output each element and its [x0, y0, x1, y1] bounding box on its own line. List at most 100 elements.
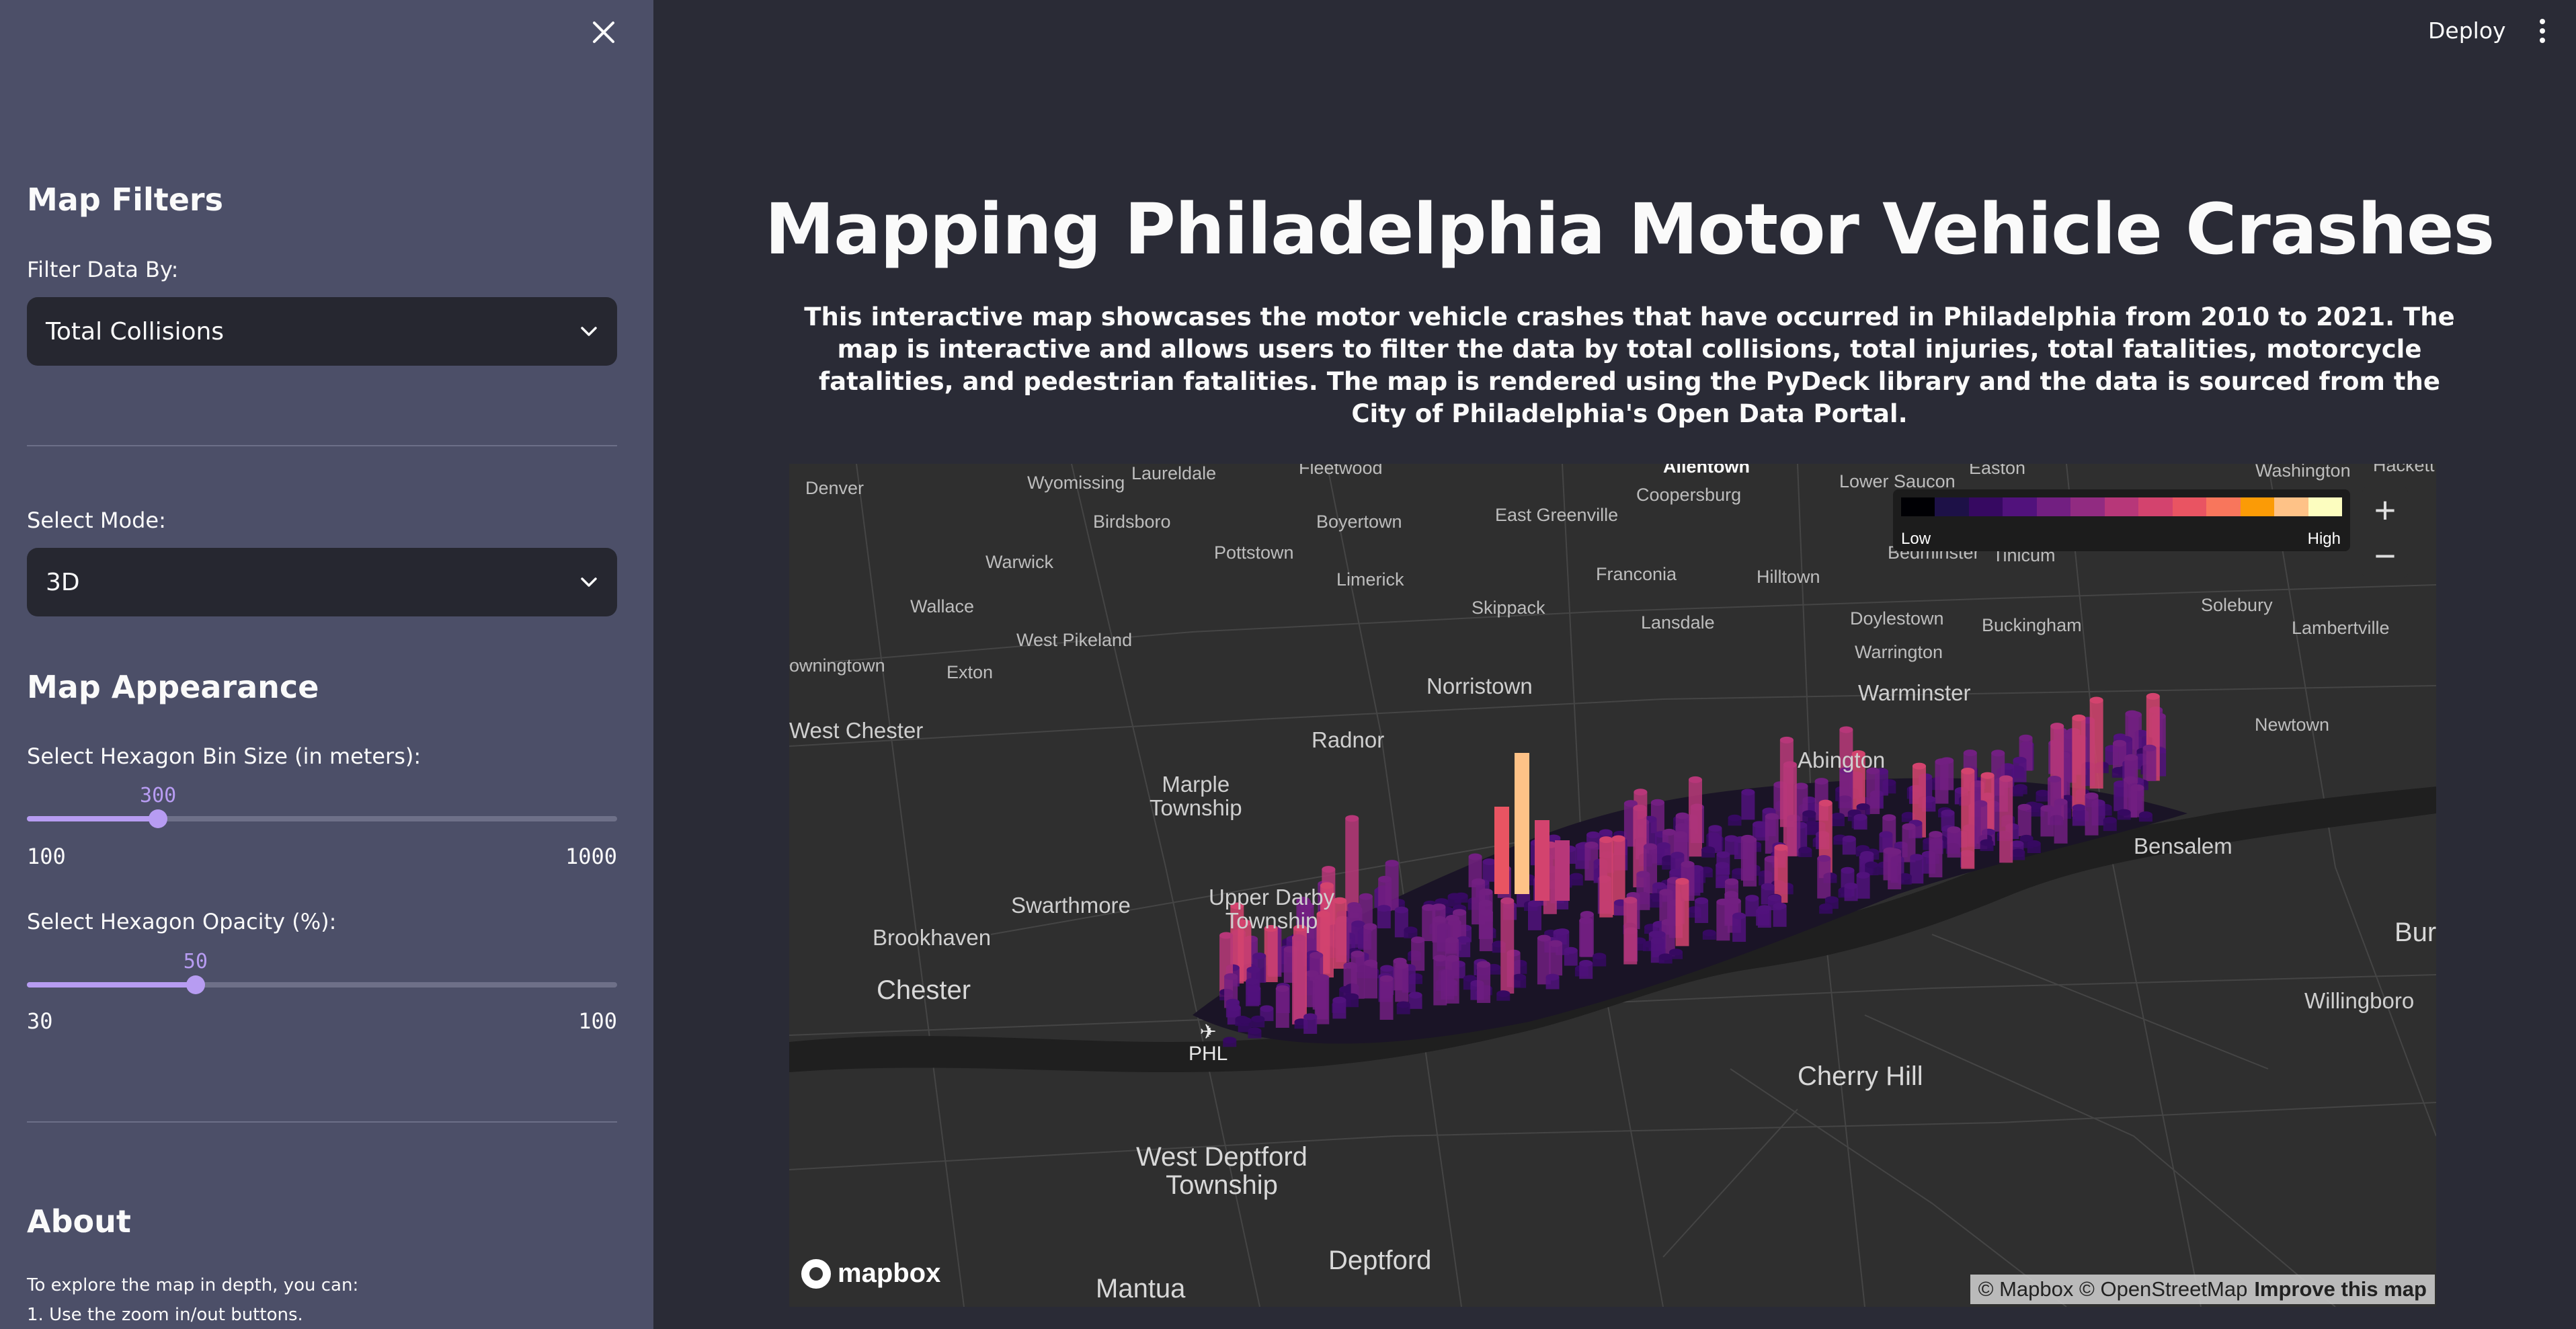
- zoom-out-button[interactable]: −: [2362, 532, 2408, 578]
- hexagon-column: [1741, 792, 1755, 820]
- hexagon-column-top: [1708, 825, 1722, 832]
- crash-map[interactable]: Denver Wyomissing Laureldale Fleetwood A…: [789, 464, 2436, 1307]
- slider-thumb[interactable]: [186, 975, 205, 994]
- opacity-label: Select Hexagon Opacity (%):: [27, 909, 337, 934]
- hexagon-column-top: [1842, 835, 1856, 842]
- hexagon-column-top: [1716, 851, 1730, 858]
- legend-swatch: [2240, 497, 2275, 516]
- hexagon-column: [1839, 770, 1853, 817]
- place-label: Burling: [2394, 918, 2436, 947]
- hexagon-column-top: [1579, 959, 1593, 967]
- hexagon-column: [2040, 808, 2054, 837]
- place-label: Denver: [805, 478, 864, 498]
- mapbox-logo-icon: [801, 1258, 831, 1289]
- hexagon-column: [1580, 914, 1594, 957]
- slider-fill: [27, 982, 196, 988]
- hexagon-column-top: [2072, 714, 2086, 721]
- hexagon-column-top: [1650, 937, 1664, 944]
- place-label: Upper Darby Township: [1209, 885, 1335, 933]
- place-label: Franconia: [1596, 564, 1677, 584]
- close-sidebar-button[interactable]: [586, 15, 621, 50]
- about-text-line: 1. Use the zoom in/out buttons.: [27, 1305, 303, 1325]
- hexagon-column-top: [1322, 866, 1336, 873]
- hexagon-column-top: [1316, 974, 1330, 981]
- place-label: Easton: [1969, 464, 2026, 478]
- hexagon-column: [1316, 977, 1330, 1024]
- hexagon-column-top: [1260, 1005, 1274, 1012]
- mapbox-logo[interactable]: mapbox: [801, 1258, 940, 1289]
- hexagon-column-top: [1716, 898, 1730, 905]
- place-label: West Pikeland: [1016, 630, 1133, 650]
- hexagon-column-top: [1757, 905, 1771, 912]
- zoom-controls: + −: [2362, 487, 2408, 578]
- slider-thumb[interactable]: [149, 809, 168, 828]
- map-attribution: © Mapbox © OpenStreetMap Improve this ma…: [1970, 1275, 2435, 1304]
- hexagon-column-top: [1902, 823, 1916, 830]
- place-label: East Greenville: [1495, 505, 1619, 525]
- hexagon-column-top: [1623, 897, 1638, 904]
- hexagon-column-top: [1593, 953, 1607, 960]
- bin-size-slider[interactable]: 300: [27, 784, 617, 840]
- hexagon-column: [1379, 978, 1394, 1020]
- about-text-line: To explore the map in depth, you can:: [27, 1275, 359, 1295]
- place-label: Doylestown: [1850, 608, 1944, 629]
- hexagon-column-top: [1411, 936, 1425, 944]
- hexagon-column-top: [1824, 896, 1839, 903]
- hexagon-column-top: [2142, 744, 2157, 752]
- mode-label: Select Mode:: [27, 508, 166, 533]
- hexagon-column-top: [1963, 749, 1977, 756]
- hexagon-column-top: [1599, 836, 1613, 844]
- hexagon-column-top: [1839, 726, 1853, 733]
- hexagon-column: [2054, 802, 2068, 844]
- hexagon-column-top: [1888, 848, 1902, 855]
- hexagon-column: [1947, 830, 1961, 858]
- place-label: Boyertown: [1316, 512, 1402, 532]
- close-icon: [593, 22, 614, 43]
- hexagon-column: [1292, 937, 1306, 1024]
- hexagon-column-top: [1910, 854, 1924, 861]
- place-label: West Chester: [789, 718, 924, 743]
- hexagon-column: [2085, 795, 2099, 836]
- slider-fill: [27, 816, 159, 821]
- hexagon-column-top: [1556, 928, 1570, 936]
- hexagon-column: [1433, 958, 1447, 1006]
- hexagon-column-top: [2124, 754, 2138, 761]
- zoom-in-button[interactable]: +: [2362, 487, 2408, 532]
- hexagon-column-top: [1980, 772, 1995, 779]
- hexagon-column: [1500, 901, 1515, 994]
- hexagon-column-top: [1351, 920, 1365, 928]
- place-label: Bensalem: [2134, 834, 2232, 858]
- deploy-button[interactable]: Deploy: [2428, 17, 2506, 44]
- hexagon-column-top: [1586, 831, 1601, 838]
- place-label: Newtown: [2255, 715, 2330, 735]
- legend-high-label: High: [2307, 530, 2341, 548]
- hexagon-column-top: [1351, 951, 1365, 958]
- hexagon-column-top: [1275, 985, 1289, 992]
- filter-select[interactable]: Total Collisions: [27, 297, 617, 366]
- place-label: Fleetwood: [1299, 464, 1383, 478]
- hexagon-column: [1535, 820, 1549, 901]
- hexagon-column-top: [1445, 936, 1459, 944]
- hexagon-column-top: [1991, 750, 2005, 757]
- opacity-slider[interactable]: 50: [27, 950, 617, 1006]
- place-label: Abington: [1798, 748, 1886, 772]
- place-label: Limerick: [1336, 569, 1404, 590]
- legend-swatch: [2308, 497, 2343, 516]
- place-label: Cherry Hill: [1798, 1061, 1923, 1091]
- place-label: Wyomissing: [1027, 473, 1125, 493]
- hexagon-column: [1479, 912, 1493, 951]
- main-menu-button[interactable]: [2534, 16, 2550, 46]
- place-label: Laureldale: [1131, 464, 1217, 483]
- hexagon-column-top: [1980, 839, 1994, 846]
- sidebar: Map Filters Filter Data By: Total Collis…: [0, 0, 653, 1329]
- hexagon-column-top: [1724, 891, 1738, 898]
- hexagon-column-top: [1743, 836, 1757, 844]
- mode-select[interactable]: 3D: [27, 548, 617, 616]
- improve-map-link[interactable]: Improve this map: [2254, 1277, 2427, 1301]
- hexagon-column-top: [1779, 736, 1794, 743]
- place-label: Marple Township: [1150, 772, 1242, 820]
- hexagon-column: [1555, 840, 1570, 901]
- place-label: Chester: [877, 975, 971, 1005]
- hexagon-column-top: [1292, 934, 1306, 941]
- hexagon-column-top: [2103, 817, 2117, 824]
